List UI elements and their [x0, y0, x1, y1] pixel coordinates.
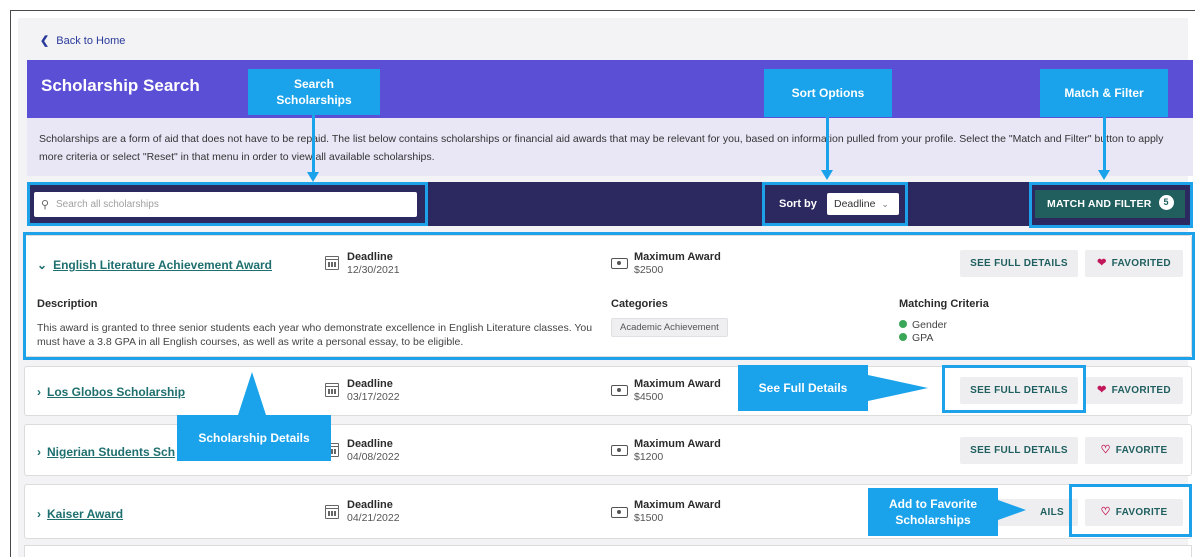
- callout-favorite-arrowhead: [998, 500, 1026, 520]
- chevron-left-icon: ❮: [40, 35, 50, 47]
- callout-sort: Sort Options: [764, 69, 892, 117]
- max-award-value: $1200: [634, 451, 664, 463]
- back-to-home-link[interactable]: ❮ Back to Home: [40, 34, 125, 47]
- next-card-partial: [24, 545, 1192, 557]
- deadline-value: 04/21/2022: [347, 512, 400, 524]
- chevron-right-icon: ›: [37, 507, 41, 521]
- callout-sort-pointer: [826, 117, 829, 175]
- see-full-details-button[interactable]: SEE FULL DETAILS: [960, 437, 1078, 464]
- deadline-label: Deadline: [347, 499, 393, 511]
- money-icon: [611, 385, 628, 396]
- max-award-value: $4500: [634, 391, 664, 403]
- callout-match-pointer: [1103, 117, 1106, 175]
- chevron-right-icon: ›: [37, 385, 41, 399]
- callout-full-details-arrowhead: [868, 375, 928, 401]
- page-header: Scholarship Search: [27, 60, 1193, 118]
- back-label: Back to Home: [56, 35, 126, 47]
- highlight-details: [23, 232, 1195, 360]
- scholarship-name-link[interactable]: › Los Globos Scholarship: [37, 385, 185, 399]
- deadline-label: Deadline: [347, 438, 393, 450]
- heart-outline-icon: ♡: [1100, 444, 1111, 456]
- favorite-button[interactable]: ❤ FAVORITED: [1085, 377, 1183, 404]
- calendar-icon: [325, 383, 339, 397]
- max-award-label: Maximum Award: [634, 438, 721, 450]
- callout-details-arrowhead: [238, 372, 266, 415]
- chevron-right-icon: ›: [37, 445, 41, 459]
- callout-search-arrowhead: [307, 172, 319, 182]
- callout-sort-arrowhead: [821, 170, 833, 180]
- max-award-label: Maximum Award: [634, 378, 721, 390]
- callout-favorite: Add to Favorite Scholarships: [868, 488, 998, 536]
- page-title: Scholarship Search: [41, 76, 200, 95]
- max-award-value: $1500: [634, 512, 664, 524]
- highlight-full-details: [942, 365, 1086, 413]
- highlight-sort: [762, 182, 908, 226]
- max-award-label: Maximum Award: [634, 499, 721, 511]
- callout-full-details: See Full Details: [738, 365, 868, 411]
- deadline-value: 04/08/2022: [347, 451, 400, 463]
- callout-details: Scholarship Details: [177, 415, 331, 461]
- highlight-favorite: [1069, 484, 1192, 537]
- callout-match-arrowhead: [1098, 170, 1110, 180]
- money-icon: [611, 507, 628, 518]
- money-icon: [611, 445, 628, 456]
- favorite-button[interactable]: ♡ FAVORITE: [1085, 437, 1183, 464]
- scholarship-name-link[interactable]: › Nigerian Students Sch: [37, 445, 175, 459]
- heart-filled-icon: ❤: [1097, 384, 1107, 396]
- calendar-icon: [325, 505, 339, 519]
- info-text: Scholarships are a form of aid that does…: [27, 118, 1193, 176]
- deadline-label: Deadline: [347, 378, 393, 390]
- scholarship-name-link[interactable]: › Kaiser Award: [37, 507, 123, 521]
- callout-search: Search Scholarships: [248, 69, 380, 115]
- deadline-value: 03/17/2022: [347, 391, 400, 403]
- highlight-search: [27, 182, 428, 226]
- callout-match: Match & Filter: [1040, 69, 1168, 117]
- highlight-match-filter: [1029, 182, 1193, 228]
- callout-search-pointer: [312, 115, 315, 177]
